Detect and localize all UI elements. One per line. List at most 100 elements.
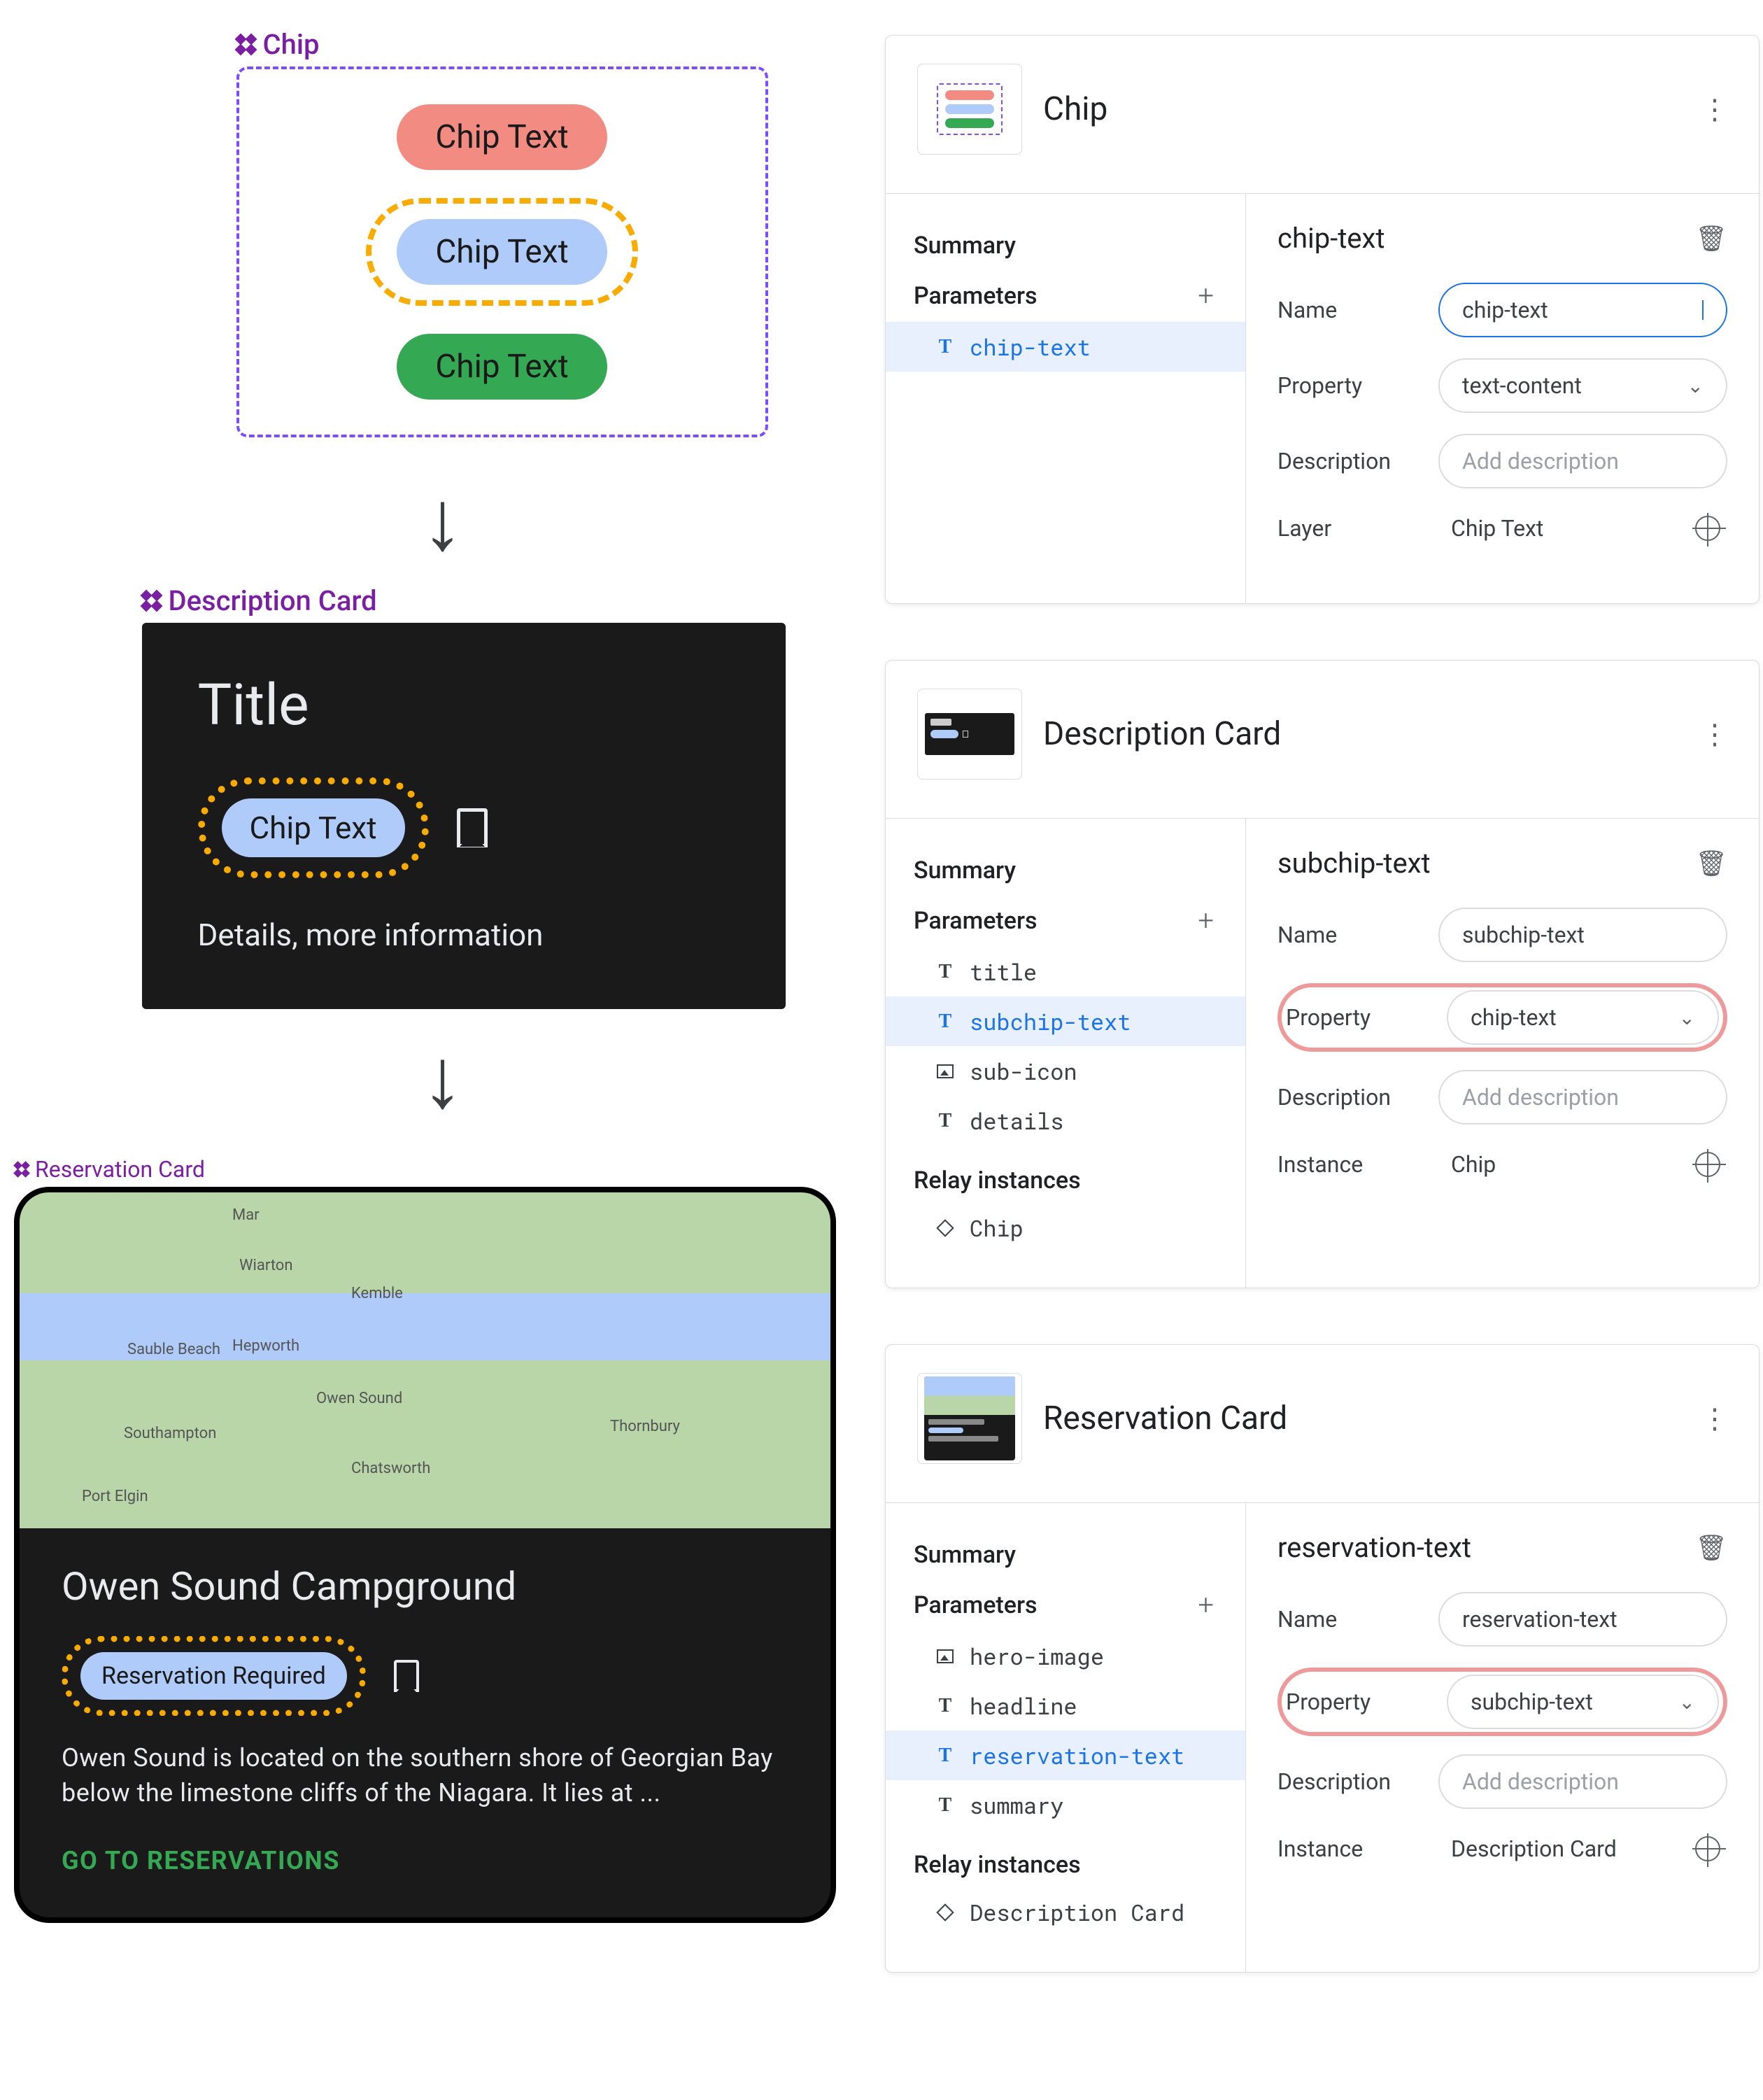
description-input[interactable]: Add description xyxy=(1438,1754,1727,1809)
property-select[interactable]: subchip-text ⌄ xyxy=(1447,1675,1719,1729)
component-diamond-icon xyxy=(236,35,256,55)
field-label-description: Description xyxy=(1277,1084,1417,1111)
parameter-item-sub-icon[interactable]: sub-icon xyxy=(886,1046,1245,1096)
detail-title: subchip-text xyxy=(1277,847,1431,880)
detail-title: chip-text xyxy=(1277,222,1385,255)
parameter-item-title[interactable]: T title xyxy=(886,947,1245,996)
map-label: Thornbury xyxy=(607,1416,683,1437)
add-parameter-button[interactable]: + xyxy=(1198,279,1214,312)
field-label-instance: Instance xyxy=(1277,1151,1417,1178)
delete-icon[interactable]: 🗑 xyxy=(1695,224,1727,253)
delete-icon[interactable]: 🗑 xyxy=(1695,849,1727,878)
component-label-text: Description Card xyxy=(169,584,377,617)
chip-variant-red: Chip Text xyxy=(397,104,607,170)
instance-value-row: Description Card xyxy=(1438,1830,1727,1868)
kebab-menu-icon[interactable]: ⋮ xyxy=(1701,718,1727,751)
text-type-icon: T xyxy=(935,1695,956,1717)
map-label: Southampton xyxy=(121,1423,219,1444)
reservation-summary: Owen Sound is located on the southern sh… xyxy=(62,1740,788,1811)
parameter-name: details xyxy=(970,1106,1063,1136)
relay-instance-chip[interactable]: Chip xyxy=(886,1203,1245,1253)
property-select[interactable]: text-content ⌄ xyxy=(1438,358,1727,413)
name-input[interactable]: chip-text xyxy=(1438,283,1727,337)
description-input[interactable]: Add description xyxy=(1438,1070,1727,1125)
field-label-property: Property xyxy=(1286,1689,1426,1715)
reservation-chip: Reservation Required xyxy=(80,1652,347,1700)
target-layer-icon[interactable] xyxy=(1695,1836,1720,1861)
chip-variant-blue: Chip Text xyxy=(397,219,607,285)
arrow-down-icon: ↓ xyxy=(422,1037,464,1121)
relay-instance-name: Description Card xyxy=(970,1897,1184,1927)
text-type-icon: T xyxy=(935,1110,956,1132)
reservation-card-preview: Reservation Card Mar Wiarton Kemble Saub… xyxy=(14,1156,871,1923)
relay-instances-heading: Relay instances xyxy=(886,1146,1245,1203)
chevron-down-icon: ⌄ xyxy=(1679,1006,1695,1029)
relay-instance-description-card[interactable]: Description Card xyxy=(886,1887,1245,1937)
parameter-item-subchip-text[interactable]: T subchip-text xyxy=(886,996,1245,1046)
parameter-name: title xyxy=(970,957,1037,987)
image-type-icon xyxy=(935,1649,956,1663)
map-label: Wiarton xyxy=(236,1255,296,1276)
parameter-item-details[interactable]: T details xyxy=(886,1096,1245,1146)
delete-icon[interactable]: 🗑 xyxy=(1695,1533,1727,1563)
parameter-name: chip-text xyxy=(970,332,1091,362)
text-type-icon: T xyxy=(935,1745,956,1767)
add-parameter-button[interactable]: + xyxy=(1198,1588,1214,1621)
summary-tab[interactable]: Summary xyxy=(914,1541,1016,1569)
parameters-heading: Parameters xyxy=(914,1591,1037,1619)
description-card-preview: Description Card Title Chip Text Details… xyxy=(142,584,786,1009)
reservation-cta-link[interactable]: GO TO RESERVATIONS xyxy=(62,1846,788,1875)
bookmark-icon xyxy=(394,1660,419,1692)
panel-thumbnail xyxy=(917,1373,1022,1464)
name-input[interactable]: reservation-text xyxy=(1438,1592,1727,1647)
component-label-chip: Chip xyxy=(236,28,768,61)
target-layer-icon[interactable] xyxy=(1695,1152,1720,1177)
arrow-down-icon: ↓ xyxy=(422,479,464,563)
layer-value: Chip Text xyxy=(1451,515,1543,542)
chip-variant-selected-outline: Chip Text xyxy=(366,198,637,306)
summary-tab[interactable]: Summary xyxy=(914,857,1016,885)
description-placeholder: Add description xyxy=(1462,448,1619,474)
field-label-property: Property xyxy=(1277,372,1417,399)
add-parameter-button[interactable]: + xyxy=(1198,904,1214,937)
panel-title: Chip xyxy=(1043,90,1680,128)
map-label: Hepworth xyxy=(229,1336,302,1356)
instance-type-icon xyxy=(935,1906,956,1919)
inspector-panel-reservation-card: Reservation Card ⋮ Summary Parameters + … xyxy=(885,1344,1760,1973)
kebab-menu-icon[interactable]: ⋮ xyxy=(1701,1402,1727,1435)
parameters-heading: Parameters xyxy=(914,907,1037,935)
component-label-reservation-card: Reservation Card xyxy=(14,1156,871,1183)
map-label: Chatsworth xyxy=(348,1458,433,1479)
description-card-title: Title xyxy=(198,672,730,739)
field-label-description: Description xyxy=(1277,1768,1417,1795)
reservation-card: Mar Wiarton Kemble Sauble Beach Hepworth… xyxy=(14,1187,836,1923)
name-input-value: chip-text xyxy=(1462,297,1548,323)
description-card-details: Details, more information xyxy=(198,917,730,953)
inspector-panel-description-card: Description Card ⋮ Summary Parameters + … xyxy=(885,660,1760,1288)
parameter-item-reservation-text[interactable]: T reservation-text xyxy=(886,1731,1245,1780)
reservation-chip-highlight: Reservation Required xyxy=(62,1636,366,1716)
text-type-icon: T xyxy=(935,336,956,358)
field-label-name: Name xyxy=(1277,1606,1417,1633)
parameter-item-headline[interactable]: T headline xyxy=(886,1681,1245,1731)
parameter-item-hero-image[interactable]: hero-image xyxy=(886,1631,1245,1681)
description-input[interactable]: Add description xyxy=(1438,434,1727,488)
text-type-icon: T xyxy=(935,1010,956,1033)
name-input[interactable]: subchip-text xyxy=(1438,908,1727,962)
subchip-highlight: Chip Text xyxy=(198,777,429,878)
property-select[interactable]: chip-text ⌄ xyxy=(1447,990,1719,1045)
detail-title: reservation-text xyxy=(1277,1531,1471,1564)
field-label-property: Property xyxy=(1286,1004,1426,1031)
reservation-card-map: Mar Wiarton Kemble Sauble Beach Hepworth… xyxy=(20,1192,830,1528)
image-type-icon xyxy=(935,1064,956,1078)
parameter-name: sub-icon xyxy=(970,1056,1077,1086)
parameter-item-chip-text[interactable]: T chip-text xyxy=(886,322,1245,372)
kebab-menu-icon[interactable]: ⋮ xyxy=(1701,93,1727,126)
target-layer-icon[interactable] xyxy=(1695,516,1720,541)
panel-thumbnail xyxy=(917,64,1022,155)
bookmark-icon xyxy=(457,808,488,847)
description-placeholder: Add description xyxy=(1462,1768,1619,1795)
summary-tab[interactable]: Summary xyxy=(914,232,1016,260)
reservation-headline: Owen Sound Campground xyxy=(62,1563,788,1609)
parameter-item-summary[interactable]: T summary xyxy=(886,1780,1245,1830)
